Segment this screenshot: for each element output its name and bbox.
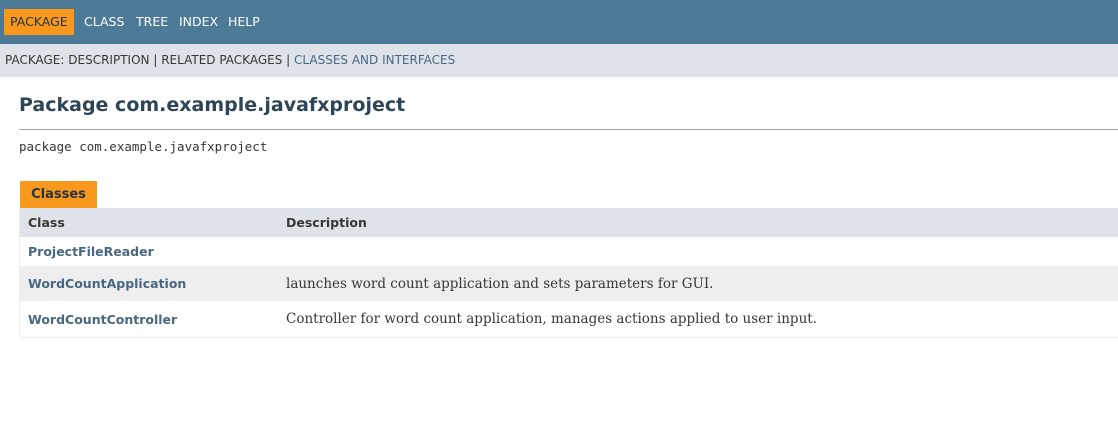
classes-tab[interactable]: Classes — [20, 181, 97, 208]
table-row: WordCountApplication launches word count… — [20, 266, 1118, 301]
class-link-wordcountcontroller[interactable]: WordCountController — [28, 312, 177, 327]
column-header-description: Description — [286, 215, 367, 230]
classes-summary-table: Class Description ProjectFileReader Word… — [19, 208, 1118, 338]
subnav-description: DESCRIPTION — [68, 53, 150, 67]
nav-tree[interactable]: TREE — [136, 0, 168, 44]
class-link-wordcountapplication[interactable]: WordCountApplication — [28, 276, 186, 291]
top-navigation-bar: PACKAGE CLASS TREE INDEX HELP — [0, 0, 1118, 44]
nav-package[interactable]: PACKAGE — [4, 9, 74, 35]
nav-class[interactable]: CLASS — [84, 0, 124, 44]
nav-help[interactable]: HELP — [228, 0, 260, 44]
table-row: ProjectFileReader — [20, 237, 1118, 266]
class-link-projectfilereader[interactable]: ProjectFileReader — [28, 244, 154, 259]
title-divider — [19, 129, 1118, 130]
column-header-class: Class — [28, 215, 65, 230]
class-name-cell: ProjectFileReader — [28, 237, 154, 266]
page-title: Package com.example.javafxproject — [19, 94, 406, 116]
subnav-separator: | — [286, 53, 291, 67]
class-name-cell: WordCountApplication — [28, 266, 186, 301]
nav-index[interactable]: INDEX — [179, 0, 218, 44]
class-name-cell: WordCountController — [28, 301, 177, 337]
class-description-cell: Controller for word count application, m… — [286, 311, 817, 327]
subnav-prefix: PACKAGE: — [5, 53, 65, 67]
class-description-cell: launches word count application and sets… — [286, 275, 714, 292]
subnav-separator: | — [153, 53, 158, 67]
table-header-row: Class Description — [20, 208, 1118, 237]
subnav-related-packages: RELATED PACKAGES — [161, 53, 283, 67]
sub-navigation-links: PACKAGE: DESCRIPTION | RELATED PACKAGES … — [5, 44, 455, 77]
sub-navigation-bar: PACKAGE: DESCRIPTION | RELATED PACKAGES … — [0, 44, 1118, 77]
package-declaration: package com.example.javafxproject — [19, 139, 268, 154]
table-row: WordCountController Controller for word … — [20, 301, 1118, 337]
subnav-classes-and-interfaces-link[interactable]: CLASSES AND INTERFACES — [294, 53, 455, 67]
